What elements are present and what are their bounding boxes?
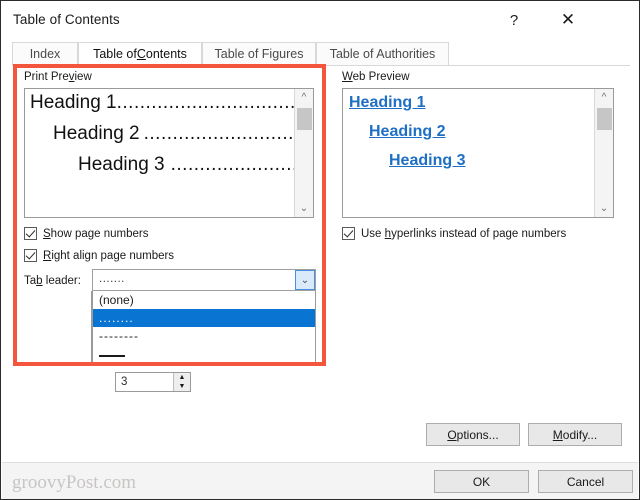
checkbox-show-page-numbers[interactable]: Show page numbers xyxy=(24,227,148,240)
tab-leader-field-backdrop xyxy=(24,291,92,365)
toc-entry-1-text: Heading 1 xyxy=(30,92,117,113)
use-hyperlinks-head: Use xyxy=(361,227,385,240)
web-preview-pane[interactable]: Heading 1 Heading 2 Heading 3 ^ ⌄ xyxy=(342,88,614,218)
checkbox-right-align-page-numbers-label: Right align page numbers xyxy=(43,250,174,262)
print-preview-pane[interactable]: Heading 1...............................… xyxy=(24,88,314,218)
web-preview-label-tail: eb Preview xyxy=(352,71,410,83)
table-of-contents-dialog: Table of Contents ? ✕ Index Table of Con… xyxy=(0,0,640,500)
dialog-title: Table of Contents xyxy=(13,12,120,27)
tab-leader-label-tail: leader: xyxy=(42,275,81,287)
cancel-button[interactable]: Cancel xyxy=(538,470,633,493)
tab-figures-label: Table of Figures xyxy=(214,47,304,61)
ok-button[interactable]: OK xyxy=(434,470,529,493)
close-icon[interactable]: ✕ xyxy=(553,8,583,32)
chevron-down-icon[interactable]: ⌄ xyxy=(295,270,315,290)
toc-entry-heading-3: Heading 3..........................5 xyxy=(78,154,314,176)
use-hyperlinks-tail: yperlinks instead of page numbers xyxy=(391,227,567,240)
dialog-footer: groovyPost.com OK Cancel xyxy=(2,462,638,499)
print-preview-label-tail: iew xyxy=(74,71,92,83)
dropdown-option-dotted-label: ........ xyxy=(99,311,134,325)
checkbox-use-hyperlinks-label: Use hyperlinks instead of page numbers xyxy=(361,228,566,240)
tab-toc-label-tail: ontents xyxy=(145,47,187,61)
tab-table-of-authorities[interactable]: Table of Authorities xyxy=(316,42,449,66)
tab-index[interactable]: Index xyxy=(12,42,78,66)
chevron-up-icon[interactable]: ^ xyxy=(295,89,313,106)
tab-leader-label: Tab leader: xyxy=(24,275,81,287)
print-preview-scrollbar[interactable]: ^ ⌄ xyxy=(294,89,313,217)
chevron-down-icon[interactable]: ⌄ xyxy=(295,200,313,217)
tab-leader-dropdown-list[interactable]: (none) ........ -------- xyxy=(92,291,316,365)
checkbox-show-page-numbers-label: Show page numbers xyxy=(43,228,148,240)
spinner-up-icon[interactable]: ▲ xyxy=(174,373,190,382)
web-preview-label-accel: W xyxy=(342,71,353,83)
dropdown-option-solid[interactable] xyxy=(93,345,315,363)
show-page-numbers-tail: how page numbers xyxy=(50,227,149,240)
toc-entry-3-leader: .......................... xyxy=(170,154,314,175)
web-preview-scrollbar[interactable]: ^ ⌄ xyxy=(594,89,613,217)
tab-toc-accel: C xyxy=(136,47,146,61)
dropdown-option-none[interactable]: (none) xyxy=(93,291,315,309)
modify-button-accel: M xyxy=(552,427,563,442)
toc-entry-2-leader: ............................... xyxy=(143,123,314,144)
options-button-accel: O xyxy=(447,427,457,442)
show-levels-stepper[interactable]: ▲ ▼ xyxy=(173,373,190,391)
tab-leader-combobox[interactable]: ....... ⌄ xyxy=(92,269,316,291)
right-align-tail: ight align page numbers xyxy=(51,249,175,262)
dropdown-option-none-label: (none) xyxy=(99,293,134,307)
modify-button-tail: odify... xyxy=(562,427,598,442)
dropdown-option-dashed-label: -------- xyxy=(99,329,139,343)
web-entry-heading-1[interactable]: Heading 1 xyxy=(349,94,425,112)
checkbox-show-page-numbers-box[interactable] xyxy=(24,227,37,240)
chevron-up-icon[interactable]: ^ xyxy=(595,89,613,106)
tab-leader-selected-value: ....... xyxy=(99,273,125,285)
modify-button[interactable]: Modify... xyxy=(528,423,622,446)
checkbox-use-hyperlinks-box[interactable] xyxy=(342,227,355,240)
checkbox-right-align-page-numbers[interactable]: Right align page numbers xyxy=(24,249,174,262)
web-entry-heading-3[interactable]: Heading 3 xyxy=(389,152,465,170)
toc-entry-heading-1: Heading 1...............................… xyxy=(30,92,314,114)
dropdown-option-solid-glyph xyxy=(99,355,125,357)
toc-entry-heading-2: Heading 2...............................… xyxy=(53,123,314,145)
options-button-tail: ptions... xyxy=(456,427,499,442)
show-levels-spinner[interactable]: 3 ▲ ▼ xyxy=(115,372,191,392)
web-preview-content: Heading 1 Heading 2 Heading 3 xyxy=(343,89,593,217)
dropdown-option-dotted[interactable]: ........ xyxy=(93,309,315,327)
tab-table-of-contents[interactable]: Table of Contents xyxy=(78,42,202,66)
tab-strip: Index Table of Contents Table of Figures… xyxy=(12,42,630,66)
tab-authorities-label: Table of Authorities xyxy=(329,47,436,61)
question-mark-icon[interactable]: ? xyxy=(499,8,529,32)
scrollbar-thumb[interactable] xyxy=(297,108,312,130)
checkbox-use-hyperlinks[interactable]: Use hyperlinks instead of page numbers xyxy=(342,227,566,240)
dialog-body: Print Preview Heading 1.................… xyxy=(2,66,638,462)
checkbox-right-align-page-numbers-box[interactable] xyxy=(24,249,37,262)
tab-index-label: Index xyxy=(29,47,61,61)
print-preview-label-head: Print Pre xyxy=(24,71,69,83)
show-levels-value: 3 xyxy=(121,376,128,388)
options-button[interactable]: Options... xyxy=(426,423,520,446)
dropdown-option-dashed[interactable]: -------- xyxy=(93,327,315,345)
web-preview-label: Web Preview xyxy=(342,71,410,83)
toc-entry-3-text: Heading 3 xyxy=(78,154,165,175)
title-bar: Table of Contents ? ✕ xyxy=(2,2,638,38)
print-preview-content: Heading 1...............................… xyxy=(25,89,313,217)
tab-table-of-figures[interactable]: Table of Figures xyxy=(202,42,316,66)
watermark: groovyPost.com xyxy=(12,472,137,493)
toc-entry-2-text: Heading 2 xyxy=(53,123,140,144)
print-preview-label: Print Preview xyxy=(24,71,92,83)
web-entry-heading-2[interactable]: Heading 2 xyxy=(369,123,445,141)
spinner-down-icon[interactable]: ▼ xyxy=(174,382,190,391)
tab-toc-label-head: Table of xyxy=(93,47,137,61)
chevron-down-icon[interactable]: ⌄ xyxy=(595,200,613,217)
tab-leader-label-head: Ta xyxy=(24,275,37,287)
scrollbar-thumb[interactable] xyxy=(597,108,612,130)
show-page-numbers-accel: S xyxy=(43,227,51,240)
toc-entry-1-leader: .................................... xyxy=(116,92,314,113)
